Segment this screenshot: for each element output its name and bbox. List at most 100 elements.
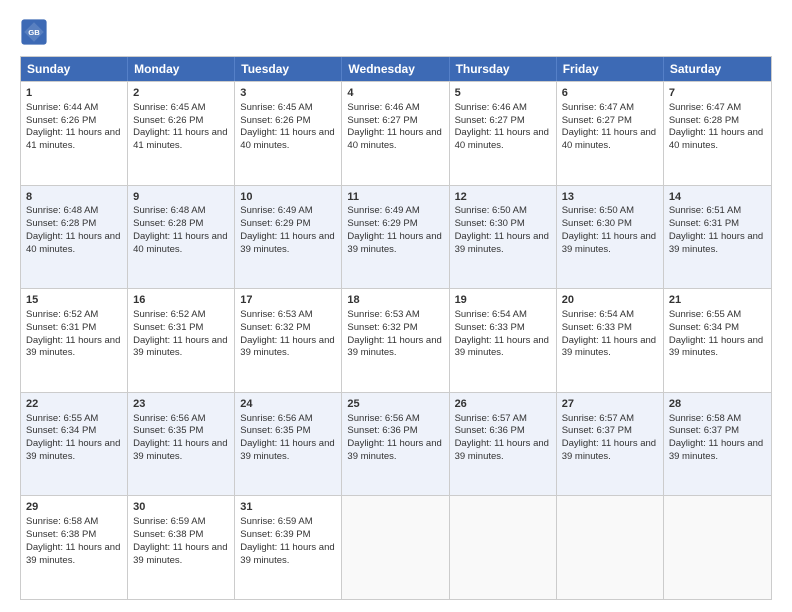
sunrise-label: Sunrise: 6:49 AM: [240, 205, 312, 216]
col-saturday: Saturday: [664, 57, 771, 81]
day-cell-14: 14 Sunrise: 6:51 AM Sunset: 6:31 PM Dayl…: [664, 186, 771, 289]
daylight-label: Daylight: 11 hours and 39 minutes.: [26, 438, 120, 462]
day-cell-25: 25 Sunrise: 6:56 AM Sunset: 6:36 PM Dayl…: [342, 393, 449, 496]
day-cell-20: 20 Sunrise: 6:54 AM Sunset: 6:33 PM Dayl…: [557, 289, 664, 392]
sunset-label: Sunset: 6:31 PM: [669, 218, 739, 229]
sunrise-label: Sunrise: 6:51 AM: [669, 205, 741, 216]
daylight-label: Daylight: 11 hours and 39 minutes.: [133, 335, 227, 359]
daylight-label: Daylight: 11 hours and 39 minutes.: [347, 438, 441, 462]
sunset-label: Sunset: 6:33 PM: [455, 322, 525, 333]
day-number: 9: [133, 190, 229, 205]
sunset-label: Sunset: 6:28 PM: [133, 218, 203, 229]
day-number: 18: [347, 293, 443, 308]
daylight-label: Daylight: 11 hours and 40 minutes.: [347, 127, 441, 151]
sunset-label: Sunset: 6:34 PM: [669, 322, 739, 333]
sunrise-label: Sunrise: 6:56 AM: [133, 413, 205, 424]
day-cell-26: 26 Sunrise: 6:57 AM Sunset: 6:36 PM Dayl…: [450, 393, 557, 496]
sunrise-label: Sunrise: 6:52 AM: [133, 309, 205, 320]
sunset-label: Sunset: 6:28 PM: [26, 218, 96, 229]
sunset-label: Sunset: 6:35 PM: [133, 425, 203, 436]
day-number: 31: [240, 500, 336, 515]
day-cell-12: 12 Sunrise: 6:50 AM Sunset: 6:30 PM Dayl…: [450, 186, 557, 289]
daylight-label: Daylight: 11 hours and 40 minutes.: [455, 127, 549, 151]
col-friday: Friday: [557, 57, 664, 81]
daylight-label: Daylight: 11 hours and 39 minutes.: [455, 335, 549, 359]
daylight-label: Daylight: 11 hours and 39 minutes.: [26, 335, 120, 359]
day-number: 25: [347, 397, 443, 412]
day-cell-4: 4 Sunrise: 6:46 AM Sunset: 6:27 PM Dayli…: [342, 82, 449, 185]
day-cell-24: 24 Sunrise: 6:56 AM Sunset: 6:35 PM Dayl…: [235, 393, 342, 496]
daylight-label: Daylight: 11 hours and 39 minutes.: [669, 231, 763, 255]
day-number: 19: [455, 293, 551, 308]
daylight-label: Daylight: 11 hours and 39 minutes.: [562, 335, 656, 359]
day-number: 28: [669, 397, 766, 412]
day-cell-1: 1 Sunrise: 6:44 AM Sunset: 6:26 PM Dayli…: [21, 82, 128, 185]
day-number: 11: [347, 190, 443, 205]
sunset-label: Sunset: 6:32 PM: [240, 322, 310, 333]
daylight-label: Daylight: 11 hours and 40 minutes.: [240, 127, 334, 151]
sunrise-label: Sunrise: 6:54 AM: [562, 309, 634, 320]
daylight-label: Daylight: 11 hours and 39 minutes.: [240, 542, 334, 566]
day-cell-6: 6 Sunrise: 6:47 AM Sunset: 6:27 PM Dayli…: [557, 82, 664, 185]
day-cell-27: 27 Sunrise: 6:57 AM Sunset: 6:37 PM Dayl…: [557, 393, 664, 496]
day-number: 8: [26, 190, 122, 205]
sunset-label: Sunset: 6:27 PM: [562, 115, 632, 126]
day-number: 10: [240, 190, 336, 205]
day-number: 27: [562, 397, 658, 412]
sunset-label: Sunset: 6:29 PM: [347, 218, 417, 229]
empty-cell: [342, 496, 449, 599]
day-number: 30: [133, 500, 229, 515]
col-tuesday: Tuesday: [235, 57, 342, 81]
sunrise-label: Sunrise: 6:48 AM: [26, 205, 98, 216]
daylight-label: Daylight: 11 hours and 39 minutes.: [240, 335, 334, 359]
sunset-label: Sunset: 6:30 PM: [562, 218, 632, 229]
header: GB: [20, 18, 772, 46]
week-row-2: 8 Sunrise: 6:48 AM Sunset: 6:28 PM Dayli…: [21, 185, 771, 289]
day-cell-7: 7 Sunrise: 6:47 AM Sunset: 6:28 PM Dayli…: [664, 82, 771, 185]
day-cell-15: 15 Sunrise: 6:52 AM Sunset: 6:31 PM Dayl…: [21, 289, 128, 392]
sunset-label: Sunset: 6:39 PM: [240, 529, 310, 540]
empty-cell: [664, 496, 771, 599]
daylight-label: Daylight: 11 hours and 40 minutes.: [133, 231, 227, 255]
sunrise-label: Sunrise: 6:52 AM: [26, 309, 98, 320]
sunset-label: Sunset: 6:36 PM: [455, 425, 525, 436]
day-number: 3: [240, 86, 336, 101]
day-cell-3: 3 Sunrise: 6:45 AM Sunset: 6:26 PM Dayli…: [235, 82, 342, 185]
sunrise-label: Sunrise: 6:54 AM: [455, 309, 527, 320]
sunset-label: Sunset: 6:36 PM: [347, 425, 417, 436]
calendar: Sunday Monday Tuesday Wednesday Thursday…: [20, 56, 772, 600]
sunrise-label: Sunrise: 6:44 AM: [26, 102, 98, 113]
sunset-label: Sunset: 6:32 PM: [347, 322, 417, 333]
sunrise-label: Sunrise: 6:55 AM: [26, 413, 98, 424]
sunset-label: Sunset: 6:37 PM: [669, 425, 739, 436]
day-number: 14: [669, 190, 766, 205]
day-cell-30: 30 Sunrise: 6:59 AM Sunset: 6:38 PM Dayl…: [128, 496, 235, 599]
day-number: 15: [26, 293, 122, 308]
daylight-label: Daylight: 11 hours and 39 minutes.: [240, 231, 334, 255]
sunset-label: Sunset: 6:26 PM: [240, 115, 310, 126]
day-cell-8: 8 Sunrise: 6:48 AM Sunset: 6:28 PM Dayli…: [21, 186, 128, 289]
day-number: 1: [26, 86, 122, 101]
sunrise-label: Sunrise: 6:46 AM: [347, 102, 419, 113]
sunrise-label: Sunrise: 6:50 AM: [562, 205, 634, 216]
day-number: 5: [455, 86, 551, 101]
sunrise-label: Sunrise: 6:56 AM: [347, 413, 419, 424]
sunrise-label: Sunrise: 6:57 AM: [455, 413, 527, 424]
sunset-label: Sunset: 6:31 PM: [133, 322, 203, 333]
svg-text:GB: GB: [28, 28, 40, 37]
sunset-label: Sunset: 6:26 PM: [26, 115, 96, 126]
day-cell-21: 21 Sunrise: 6:55 AM Sunset: 6:34 PM Dayl…: [664, 289, 771, 392]
sunset-label: Sunset: 6:29 PM: [240, 218, 310, 229]
day-number: 20: [562, 293, 658, 308]
sunset-label: Sunset: 6:26 PM: [133, 115, 203, 126]
sunrise-label: Sunrise: 6:50 AM: [455, 205, 527, 216]
sunrise-label: Sunrise: 6:59 AM: [240, 516, 312, 527]
sunrise-label: Sunrise: 6:56 AM: [240, 413, 312, 424]
sunset-label: Sunset: 6:28 PM: [669, 115, 739, 126]
daylight-label: Daylight: 11 hours and 39 minutes.: [347, 231, 441, 255]
day-cell-9: 9 Sunrise: 6:48 AM Sunset: 6:28 PM Dayli…: [128, 186, 235, 289]
sunrise-label: Sunrise: 6:47 AM: [562, 102, 634, 113]
sunset-label: Sunset: 6:35 PM: [240, 425, 310, 436]
day-number: 7: [669, 86, 766, 101]
day-cell-13: 13 Sunrise: 6:50 AM Sunset: 6:30 PM Dayl…: [557, 186, 664, 289]
